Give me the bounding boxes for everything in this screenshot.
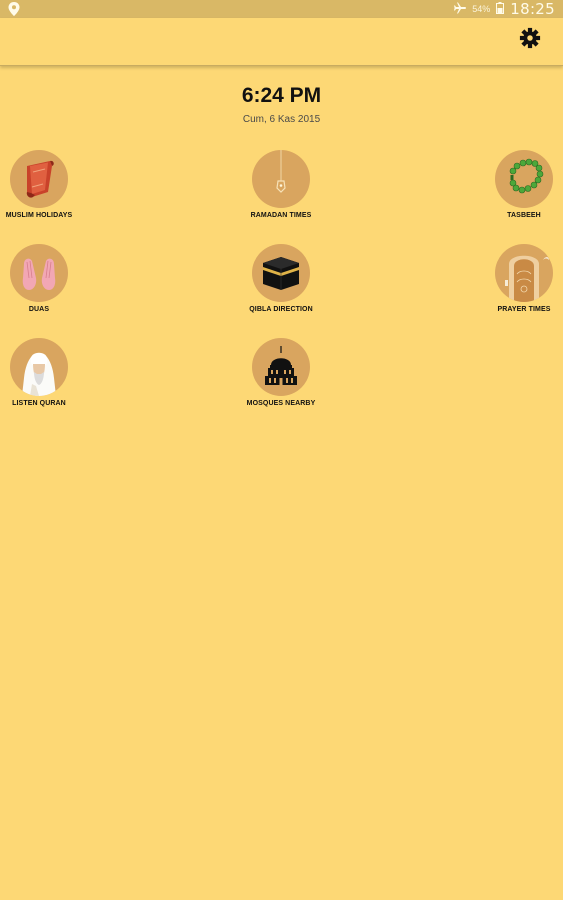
menu-item-mosques-nearby[interactable]: MOSQUES NEARBY bbox=[236, 338, 326, 407]
mosque-door-icon bbox=[495, 244, 553, 302]
hanging-lantern-icon bbox=[252, 150, 310, 208]
menu-item-duas[interactable]: DUAS bbox=[0, 244, 84, 313]
menu-item-label: MUSLIM HOLIDAYS bbox=[5, 212, 73, 219]
menu-item-qibla-direction[interactable]: QIBLA DIRECTION bbox=[236, 244, 326, 313]
imam-icon bbox=[10, 338, 68, 396]
settings-button[interactable] bbox=[517, 27, 543, 53]
battery-icon bbox=[496, 1, 505, 17]
menu-item-listen-quran[interactable]: LISTEN QURAN bbox=[0, 338, 84, 407]
praying-hands-icon bbox=[10, 244, 68, 302]
menu-item-label: RAMADAN TIMES bbox=[250, 212, 312, 219]
location-icon bbox=[8, 2, 20, 16]
status-icons: 54% 18:25 bbox=[454, 0, 555, 18]
menu-item-label: PRAYER TIMES bbox=[497, 306, 551, 313]
airplane-mode-icon bbox=[454, 2, 467, 17]
app-toolbar bbox=[0, 18, 563, 66]
mosque-dome-icon bbox=[252, 338, 310, 396]
menu-item-muslim-holidays[interactable]: MUSLIM HOLIDAYS bbox=[0, 150, 84, 219]
current-time: 6:24 PM bbox=[241, 84, 322, 107]
kaaba-icon bbox=[252, 244, 310, 302]
menu-item-label: TASBEEH bbox=[507, 212, 541, 219]
status-time: 18:25 bbox=[510, 0, 555, 18]
menu-item-tasbeeh[interactable]: TASBEEH bbox=[479, 150, 563, 219]
menu-item-label: MOSQUES NEARBY bbox=[246, 400, 316, 407]
gear-icon bbox=[519, 27, 541, 54]
menu-item-label: DUAS bbox=[28, 306, 50, 313]
menu-item-label: QIBLA DIRECTION bbox=[249, 306, 313, 313]
menu-item-ramadan-times[interactable]: RAMADAN TIMES bbox=[236, 150, 326, 219]
status-bar: 54% 18:25 bbox=[0, 0, 563, 18]
current-date: Cum, 6 Kas 2015 bbox=[242, 114, 321, 125]
prayer-rug-icon bbox=[10, 150, 68, 208]
battery-percent: 54% bbox=[472, 4, 491, 14]
prayer-beads-icon bbox=[495, 150, 553, 208]
menu-item-prayer-times[interactable]: PRAYER TIMES bbox=[479, 244, 563, 313]
menu-item-label: LISTEN QURAN bbox=[12, 400, 66, 407]
